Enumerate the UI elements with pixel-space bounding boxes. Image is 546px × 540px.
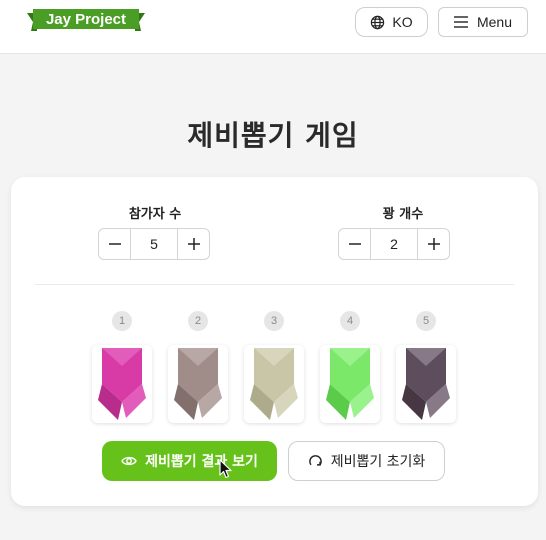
lot-number-badge: 2 (188, 311, 208, 331)
participants-increment-button[interactable] (178, 229, 209, 259)
lot-number-badge: 1 (112, 311, 132, 331)
show-result-button[interactable]: 제비뽑기 결과 보기 (102, 441, 277, 481)
lot-card-4[interactable] (320, 345, 380, 423)
participants-label: 참가자 수 (128, 207, 182, 222)
logo[interactable]: Jay Project (27, 9, 145, 33)
participants-stepper: 5 (98, 228, 210, 260)
reset-button[interactable]: 제비뽑기 초기화 (288, 441, 445, 481)
losers-stepper: 2 (338, 228, 450, 260)
page-title: 제비뽑기 게임 (187, 119, 359, 152)
losers-value[interactable]: 2 (370, 229, 418, 259)
refresh-icon (308, 454, 323, 469)
losers-label: 꽝 개수 (382, 207, 424, 222)
language-label: KO (392, 14, 413, 30)
minus-icon (348, 237, 362, 251)
lot-card-1[interactable] (92, 345, 152, 423)
lot-card-2[interactable] (168, 345, 228, 423)
losers-increment-button[interactable] (418, 229, 449, 259)
losers-decrement-button[interactable] (339, 229, 370, 259)
mouse-cursor-icon (219, 459, 233, 483)
globe-icon (370, 15, 385, 30)
lot-number-badge: 3 (264, 311, 284, 331)
language-button[interactable]: KO (355, 7, 428, 37)
reset-label: 제비뽑기 초기화 (330, 454, 426, 470)
lot-card-3[interactable] (244, 345, 304, 423)
minus-icon (108, 237, 122, 251)
plus-icon (187, 237, 201, 251)
lot-number-badge: 4 (340, 311, 360, 331)
lot-number-badge: 5 (416, 311, 436, 331)
participants-value[interactable]: 5 (130, 229, 178, 259)
menu-label: Menu (476, 14, 513, 30)
top-header: Jay Project KO Menu (0, 0, 546, 54)
folded-paper-lot-icon (326, 348, 374, 420)
folded-paper-lot-icon (98, 348, 146, 420)
logo-text: Jay Project (45, 11, 127, 28)
participants-decrement-button[interactable] (99, 229, 130, 259)
show-result-label: 제비뽑기 결과 보기 (145, 454, 258, 470)
plus-icon (427, 237, 441, 251)
eye-icon (121, 455, 137, 467)
lot-card-5[interactable] (396, 345, 456, 423)
folded-paper-lot-icon (250, 348, 298, 420)
folded-paper-lot-icon (174, 348, 222, 420)
game-card: 참가자 수 5 꽝 개수 2 1 2 3 4 5 제비뽑기 결과 보기 제비뽑기… (11, 177, 538, 506)
divider (35, 284, 514, 285)
menu-button[interactable]: Menu (438, 7, 528, 37)
folded-paper-lot-icon (402, 348, 450, 420)
hamburger-icon (453, 16, 468, 28)
